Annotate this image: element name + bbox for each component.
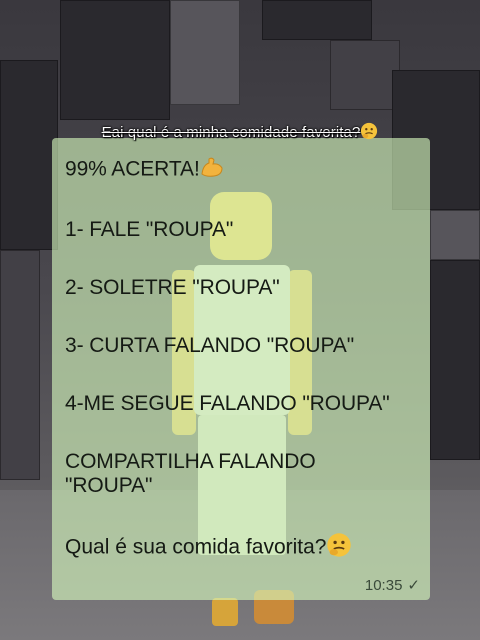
video-caption: Eai qual é a minha comidade favorita?: [0, 122, 480, 144]
message-meta: 10:35 ✓: [364, 576, 420, 595]
question-text: Qual é sua comida favorita?: [65, 535, 327, 559]
message-line-step2: 2- SOLETRE "ROUPA": [65, 276, 280, 299]
message-line-share-2: "ROUPA": [65, 474, 153, 497]
message-line-step3: 3- CURTA FALANDO "ROUPA": [65, 334, 355, 357]
message-line-share-1: COMPARTILHA FALANDO: [65, 450, 316, 473]
background-block: [0, 60, 58, 250]
background-block: [262, 0, 372, 40]
thinking-face-icon: [360, 122, 378, 144]
background-block: [170, 0, 240, 105]
flexed-biceps-icon: [200, 156, 224, 184]
background-block: [0, 250, 40, 480]
background-block: [330, 40, 400, 110]
message-line-step4: 4-ME SEGUE FALANDO "ROUPA": [65, 392, 390, 415]
message-line-step1: 1- FALE "ROUPA": [65, 218, 234, 241]
background-block: [430, 210, 480, 260]
intro-text: 99% ACERTA!: [65, 157, 200, 181]
avatar-foot: [212, 598, 238, 626]
chat-message-bubble[interactable]: 99% ACERTA! 1- FALE "ROUPA" 2- SOLETRE "…: [52, 138, 430, 600]
checkmark-icon: ✓: [407, 577, 420, 594]
caption-text: Eai qual é a minha comidade favorita?: [101, 123, 361, 141]
thinking-face-icon: [326, 532, 352, 564]
message-line: 99% ACERTA!: [65, 156, 430, 184]
message-time: 10:35: [364, 576, 403, 594]
message-question: Qual é sua comida favorita?: [65, 532, 430, 564]
background-block: [60, 0, 170, 120]
background-block: [430, 260, 480, 460]
